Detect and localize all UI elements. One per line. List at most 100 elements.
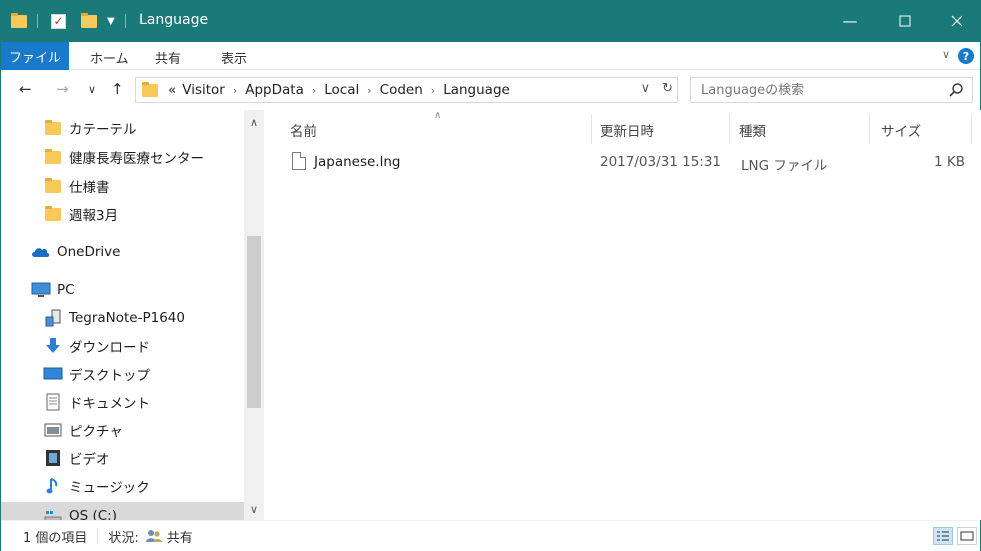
item-count: 1 個の項目 — [23, 530, 88, 546]
file-name: Japanese.lng — [314, 154, 401, 170]
music-icon — [43, 477, 63, 495]
search-icon[interactable] — [948, 82, 964, 98]
back-button[interactable]: ← — [19, 80, 32, 98]
folder-icon — [43, 177, 63, 195]
customize-quick-access-icon[interactable]: ▼ — [107, 10, 115, 32]
desktop-icon — [43, 365, 63, 383]
file-icon — [292, 152, 306, 170]
separator — [125, 14, 126, 28]
nav-item-label: 仕様書 — [69, 180, 110, 196]
file-type: LNG ファイル — [741, 158, 828, 174]
download-icon — [43, 337, 63, 355]
search-box[interactable] — [690, 77, 973, 103]
device-icon — [43, 309, 63, 327]
chevron-right-icon[interactable]: › — [367, 84, 371, 97]
drive-icon — [43, 507, 63, 520]
address-row: ← → ∨ ↑ « Visitor › AppData › Local › Co… — [1, 70, 980, 110]
nav-item-weekly-report[interactable]: 週報3月 — [1, 200, 244, 228]
folder-icon — [11, 10, 27, 32]
nav-item-health-center[interactable]: 健康長寿医療センター — [1, 143, 244, 171]
large-icons-view-button[interactable] — [957, 527, 977, 545]
breadcrumb-local[interactable]: Local — [324, 82, 359, 98]
file-date: 2017/03/31 15:31 — [600, 154, 722, 170]
scrollbar-thumb[interactable] — [247, 236, 261, 408]
status-label: 状況: — [108, 530, 139, 546]
close-button[interactable] — [934, 0, 980, 42]
chevron-right-icon[interactable]: › — [233, 84, 237, 97]
column-divider[interactable] — [869, 114, 870, 144]
breadcrumb-visitor[interactable]: Visitor — [182, 82, 225, 98]
nav-item-label: OneDrive — [57, 244, 121, 260]
nav-item-specifications[interactable]: 仕様書 — [1, 172, 244, 200]
tab-home[interactable]: ホーム — [90, 48, 129, 67]
nav-item-pc[interactable]: PC — [1, 276, 244, 304]
column-divider[interactable] — [591, 114, 592, 144]
separator — [37, 14, 38, 28]
breadcrumb-coden[interactable]: Coden — [380, 82, 423, 98]
pictures-icon — [43, 421, 63, 439]
title-bar: ✓ ▼ Language — — [1, 0, 980, 42]
column-header-size[interactable]: サイズ — [881, 120, 921, 140]
chevron-right-icon[interactable]: › — [431, 84, 435, 97]
minimize-button[interactable]: — — [827, 0, 873, 42]
nav-item-documents[interactable]: ドキュメント — [1, 388, 244, 416]
nav-item-os-drive[interactable]: OS (C:) — [1, 502, 244, 520]
nav-item-tegranote[interactable]: TegraNote-P1640 — [1, 304, 244, 332]
column-divider[interactable] — [729, 114, 730, 144]
tab-view[interactable]: 表示 — [221, 48, 247, 67]
nav-item-label: デスクトップ — [69, 368, 150, 384]
column-header-date[interactable]: 更新日時 — [600, 120, 654, 140]
scroll-up-arrow-icon[interactable]: ∧ — [244, 116, 264, 129]
maximize-button[interactable] — [882, 0, 928, 42]
nav-item-videos[interactable]: ビデオ — [1, 444, 244, 472]
large-icons-view-icon — [960, 531, 974, 541]
nav-item-label: ダウンロード — [69, 340, 150, 356]
search-input[interactable] — [701, 82, 931, 98]
expand-ribbon-icon[interactable]: ∨ — [942, 48, 950, 61]
nav-item-desktop[interactable]: デスクトップ — [1, 360, 244, 388]
up-button[interactable]: ↑ — [111, 80, 124, 98]
shared-users-icon — [145, 529, 163, 543]
scroll-down-arrow-icon[interactable]: ∨ — [244, 503, 264, 516]
nav-item-label: カテーテル — [69, 122, 137, 138]
maximize-icon — [899, 15, 911, 27]
column-header-type[interactable]: 種類 — [739, 120, 766, 140]
navigation-scrollbar[interactable]: ∧ ∨ — [244, 110, 264, 520]
nav-item-downloads[interactable]: ダウンロード — [1, 332, 244, 360]
breadcrumb-overflow[interactable]: « — [168, 82, 176, 98]
details-view-icon — [937, 531, 949, 541]
details-view-button[interactable] — [933, 527, 953, 545]
nav-item-music[interactable]: ミュージック — [1, 472, 244, 500]
nav-item-label: 健康長寿医療センター — [69, 151, 204, 167]
status-value: 共有 — [166, 530, 193, 546]
address-history-chevron-icon[interactable]: ∨ — [641, 81, 651, 96]
recent-locations-button[interactable]: ∨ — [88, 83, 96, 96]
nav-item-label: 週報3月 — [69, 208, 119, 224]
nav-item-label: PC — [57, 282, 75, 298]
table-row[interactable]: Japanese.lng 2017/03/31 15:31 LNG ファイル 1… — [284, 148, 974, 176]
forward-button[interactable]: → — [56, 80, 69, 98]
nav-item-pictures[interactable]: ピクチャ — [1, 416, 244, 444]
breadcrumb-language[interactable]: Language — [443, 82, 510, 98]
help-icon[interactable]: ? — [958, 48, 974, 64]
documents-icon — [43, 393, 63, 411]
sort-ascending-icon: ∧ — [434, 110, 442, 121]
tab-share[interactable]: 共有 — [155, 48, 181, 67]
refresh-icon[interactable]: ↻ — [662, 81, 673, 96]
folder-icon — [43, 119, 63, 137]
properties-icon[interactable]: ✓ — [51, 10, 66, 32]
navigation-pane: カテーテル 健康長寿医療センター 仕様書 週報3月 OneDrive PC Te… — [1, 110, 264, 520]
new-folder-icon[interactable] — [81, 10, 97, 32]
nav-item-label: ドキュメント — [69, 396, 150, 412]
column-divider[interactable] — [971, 114, 972, 144]
tab-file[interactable]: ファイル — [1, 42, 69, 70]
breadcrumb-appdata[interactable]: AppData — [245, 82, 304, 98]
chevron-right-icon[interactable]: › — [312, 84, 316, 97]
nav-item-onedrive[interactable]: OneDrive — [1, 238, 244, 266]
address-bar[interactable]: « Visitor › AppData › Local › Coden › La… — [135, 77, 678, 103]
nav-item-catheter[interactable]: カテーテル — [1, 114, 244, 142]
file-list: ∧ 名前 更新日時 種類 サイズ Japanese.lng 2017/03/31… — [264, 110, 981, 520]
close-icon — [951, 15, 963, 27]
folder-icon — [43, 205, 63, 223]
column-header-name[interactable]: 名前 — [290, 120, 317, 140]
